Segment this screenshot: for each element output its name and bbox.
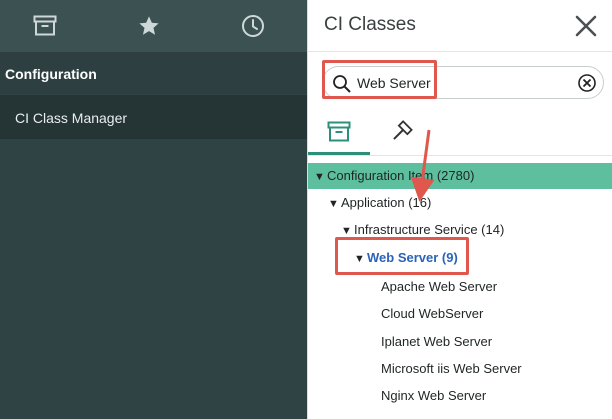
tree-leaf[interactable]: Iplanet Web Server	[381, 334, 492, 349]
tree-leaf[interactable]: Microsoft iis Web Server	[381, 361, 522, 376]
class-hierarchy-tab[interactable]	[322, 113, 356, 155]
tree-node-application[interactable]: ▼ Application (16)	[308, 190, 612, 216]
history-tab[interactable]	[240, 13, 266, 39]
panel-title: CI Classes	[324, 14, 416, 35]
tools-tab[interactable]	[384, 113, 418, 155]
search-field[interactable]	[322, 66, 604, 99]
tree-node-web-server[interactable]: ▼ Web Server (9)	[308, 245, 612, 271]
nav-section-configuration[interactable]: Configuration	[0, 52, 307, 94]
expand-triangle-icon[interactable]: ▼	[341, 218, 354, 244]
clear-search-icon[interactable]	[577, 73, 597, 98]
tab-divider	[308, 155, 612, 156]
application-navigator: Configuration CI Class Manager	[0, 0, 307, 419]
hammer-icon	[389, 119, 413, 149]
expand-triangle-icon[interactable]: ▼	[328, 191, 341, 217]
search-input[interactable]	[357, 73, 557, 93]
star-icon	[138, 15, 160, 37]
expand-triangle-icon[interactable]: ▼	[314, 164, 327, 190]
archive-icon	[327, 121, 351, 148]
close-icon	[574, 15, 598, 42]
tree-node-configuration-item[interactable]: ▼ Configuration Item (2780)	[308, 163, 612, 189]
tree-node-infrastructure-service[interactable]: ▼ Infrastructure Service (14)	[308, 217, 612, 243]
navigator-tab-bar	[0, 0, 307, 52]
close-button[interactable]	[574, 14, 598, 38]
expand-triangle-icon[interactable]: ▼	[354, 246, 367, 272]
panel-divider	[308, 51, 612, 52]
tree-leaf[interactable]: Cloud WebServer	[381, 306, 483, 321]
tree-leaf[interactable]: Nginx Web Server	[381, 388, 486, 403]
tree-leaf[interactable]: Apache Web Server	[381, 279, 497, 294]
favorites-tab[interactable]	[136, 13, 162, 39]
ci-classes-panel: CI Classes ▼Configuration Item (2780) ▼A…	[307, 0, 612, 419]
all-apps-tab[interactable]	[32, 13, 58, 39]
clock-icon	[241, 14, 265, 38]
nav-module-ci-class-manager[interactable]: CI Class Manager	[0, 95, 307, 139]
search-icon	[332, 74, 352, 99]
archive-icon	[33, 15, 57, 37]
